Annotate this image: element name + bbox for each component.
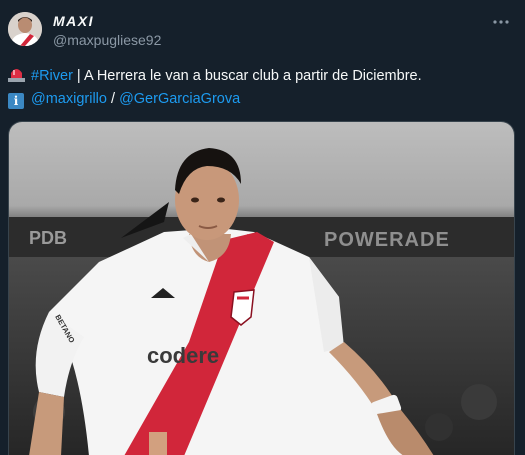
tweet-text-line-2: i @maxigrillo / @GerGarciaGrova [8,89,240,109]
mention-separator: / [106,91,120,107]
more-options-icon[interactable] [491,12,511,32]
author-handle[interactable]: @maxpugliese92 [53,32,161,48]
rotating-light-icon [8,66,25,82]
avatar[interactable] [8,12,42,46]
jersey-sponsor: codere [147,343,219,368]
tweet-card: MAXI @maxpugliese92 #River | A Herrera l… [0,0,525,455]
board-text: POWERADE [324,229,450,251]
mention-gergarciagrova[interactable]: @GerGarciaGrova [119,91,240,107]
mention-maxigrillo[interactable]: @maxigrillo [31,91,107,107]
tweet-text-line-1: #River | A Herrera le van a buscar club … [8,66,422,86]
information-icon: i [8,93,24,109]
player-photo: PDB POWERADE codere BETANO [9,122,514,455]
tweet-media-photo[interactable]: PDB POWERADE codere BETANO [8,121,515,455]
text-separator: | [72,68,84,84]
author-display-name[interactable]: MAXI [53,13,94,29]
board-left-text: PDB [29,228,67,248]
tweet-text: A Herrera le van a buscar club a partir … [83,68,422,84]
hashtag-river[interactable]: #River [31,68,73,84]
avatar-image [8,12,42,46]
